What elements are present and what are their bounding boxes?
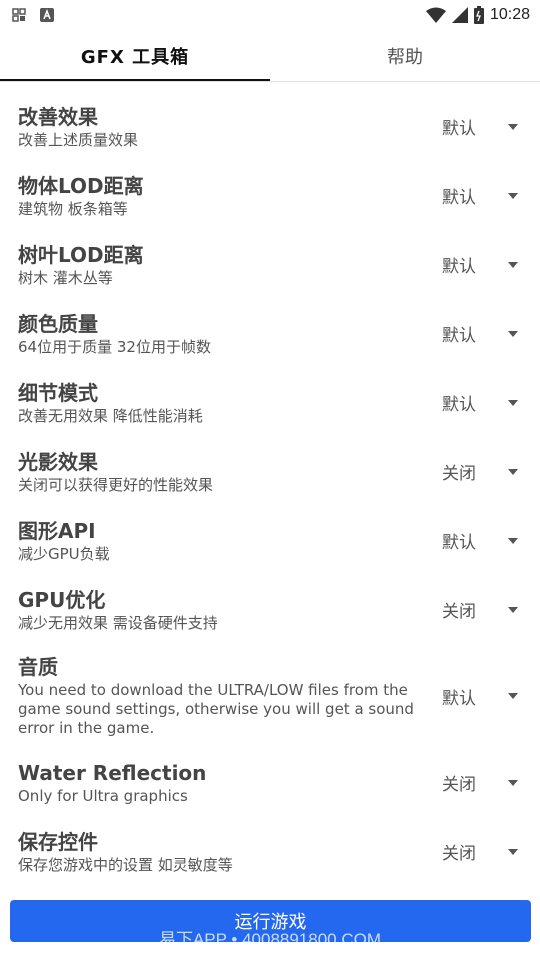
setting-subtitle: 关闭可以获得更好的性能效果 bbox=[18, 475, 214, 494]
setting-subtitle: Only for Ultra graphics bbox=[18, 786, 188, 805]
setting-title: Water Reflection bbox=[18, 760, 207, 785]
setting-row-improve-effects: 改善效果 改善上述质量效果 默认 bbox=[0, 92, 540, 161]
setting-subtitle: 树木 灌木丛等 bbox=[18, 268, 113, 287]
setting-title: 音质 bbox=[18, 655, 58, 679]
setting-row-save-controls: 保存控件 保存您游戏中的设置 如灵敏度等 关闭 bbox=[0, 817, 540, 886]
dropdown-arrow-icon bbox=[508, 399, 518, 406]
setting-title: 图形API bbox=[18, 518, 96, 543]
dropdown-arrow-icon bbox=[508, 123, 518, 130]
dropdown-value: 默认 bbox=[442, 188, 476, 208]
tab-help[interactable]: 帮助 bbox=[270, 30, 540, 82]
status-icons-left bbox=[12, 8, 54, 22]
setting-dropdown[interactable]: 默认 bbox=[442, 390, 522, 415]
setting-row-detail-mode: 细节模式 改善无用效果 降低性能消耗 默认 bbox=[0, 368, 540, 437]
dropdown-value: 默认 bbox=[442, 395, 476, 415]
dropdown-arrow-icon bbox=[508, 192, 518, 199]
setting-title: 物体LOD距离 bbox=[18, 173, 144, 198]
setting-row-water-reflection: Water Reflection Only for Ultra graphics… bbox=[0, 748, 540, 817]
setting-subtitle: 64位用于质量 32位用于帧数 bbox=[18, 337, 211, 356]
setting-dropdown[interactable]: 默认 bbox=[442, 114, 522, 139]
setting-subtitle: 保存您游戏中的设置 如灵敏度等 bbox=[18, 855, 233, 874]
signal-icon bbox=[451, 7, 468, 23]
setting-row-foliage-lod: 树叶LOD距离 树木 灌木丛等 默认 bbox=[0, 230, 540, 299]
dropdown-arrow-icon bbox=[508, 693, 518, 699]
status-time: 10:28 bbox=[489, 6, 530, 23]
dropdown-value: 默认 bbox=[442, 688, 476, 709]
battery-icon bbox=[473, 6, 484, 24]
setting-dropdown[interactable]: 默认 bbox=[442, 528, 522, 553]
dropdown-value: 默认 bbox=[442, 533, 476, 553]
setting-dropdown[interactable]: 默认 bbox=[442, 321, 522, 346]
dropdown-value: 关闭 bbox=[442, 775, 476, 795]
dropdown-arrow-icon bbox=[508, 537, 518, 544]
dropdown-value: 默认 bbox=[442, 326, 476, 346]
setting-row-object-lod: 物体LOD距离 建筑物 板条箱等 默认 bbox=[0, 161, 540, 230]
setting-title: 颜色质量 bbox=[18, 311, 98, 336]
wifi-icon bbox=[425, 7, 446, 23]
dropdown-value: 关闭 bbox=[442, 602, 476, 622]
setting-dropdown[interactable]: 默认 bbox=[442, 183, 522, 208]
settings-list: 改善效果 改善上述质量效果 默认 物体LOD距离 建筑物 板条箱等 默认 树叶L… bbox=[0, 92, 540, 886]
dropdown-value: 默认 bbox=[442, 119, 476, 139]
setting-row-color-quality: 颜色质量 64位用于质量 32位用于帧数 默认 bbox=[0, 299, 540, 368]
tab-bar: GFX 工具箱 帮助 bbox=[0, 30, 540, 82]
setting-subtitle: You need to download the ULTRA/LOW files… bbox=[18, 681, 414, 737]
setting-title: 树叶LOD距离 bbox=[18, 242, 144, 267]
setting-row-graphics-api: 图形API 减少GPU负载 默认 bbox=[0, 506, 540, 575]
dropdown-value: 关闭 bbox=[442, 464, 476, 484]
setting-dropdown[interactable]: 默认 bbox=[442, 252, 522, 277]
setting-dropdown[interactable]: 关闭 bbox=[442, 839, 522, 864]
setting-dropdown[interactable]: 默认 bbox=[442, 684, 522, 709]
setting-subtitle: 建筑物 板条箱等 bbox=[18, 199, 128, 218]
setting-title: GPU优化 bbox=[18, 587, 106, 612]
tab-gfx-toolbox[interactable]: GFX 工具箱 bbox=[0, 30, 270, 82]
setting-dropdown[interactable]: 关闭 bbox=[442, 770, 522, 795]
dropdown-arrow-icon bbox=[508, 606, 518, 613]
setting-dropdown[interactable]: 关闭 bbox=[442, 597, 522, 622]
setting-subtitle: 减少无用效果 需设备硬件支持 bbox=[18, 613, 218, 632]
setting-row-gpu-optimization: GPU优化 减少无用效果 需设备硬件支持 关闭 bbox=[0, 575, 540, 644]
tab-divider bbox=[0, 81, 540, 82]
setting-subtitle: 减少GPU负载 bbox=[18, 544, 110, 563]
setting-subtitle: 改善无用效果 降低性能消耗 bbox=[18, 406, 203, 425]
dropdown-arrow-icon bbox=[508, 330, 518, 337]
setting-title: 保存控件 bbox=[18, 829, 98, 854]
app-notification-icon bbox=[40, 8, 54, 22]
dropdown-value: 默认 bbox=[442, 257, 476, 277]
dropdown-arrow-icon bbox=[508, 779, 518, 786]
notification-icon bbox=[12, 8, 26, 22]
dropdown-value: 关闭 bbox=[442, 844, 476, 864]
status-bar: 10:28 bbox=[0, 0, 540, 30]
setting-title: 改善效果 bbox=[18, 104, 98, 129]
dropdown-arrow-icon bbox=[508, 848, 518, 855]
setting-title: 细节模式 bbox=[18, 380, 98, 405]
setting-row-shadow-effects: 光影效果 关闭可以获得更好的性能效果 关闭 bbox=[0, 437, 540, 506]
dropdown-arrow-icon bbox=[508, 261, 518, 268]
dropdown-arrow-icon bbox=[508, 468, 518, 475]
setting-title: 光影效果 bbox=[18, 449, 98, 474]
watermark: 易下APP • 4008891800.COM bbox=[158, 930, 382, 949]
setting-dropdown[interactable]: 关闭 bbox=[442, 459, 522, 484]
setting-row-sound-quality: 音质 You need to download the ULTRA/LOW fi… bbox=[0, 644, 540, 748]
status-icons-right: 10:28 bbox=[425, 6, 530, 24]
setting-subtitle: 改善上述质量效果 bbox=[18, 130, 139, 149]
